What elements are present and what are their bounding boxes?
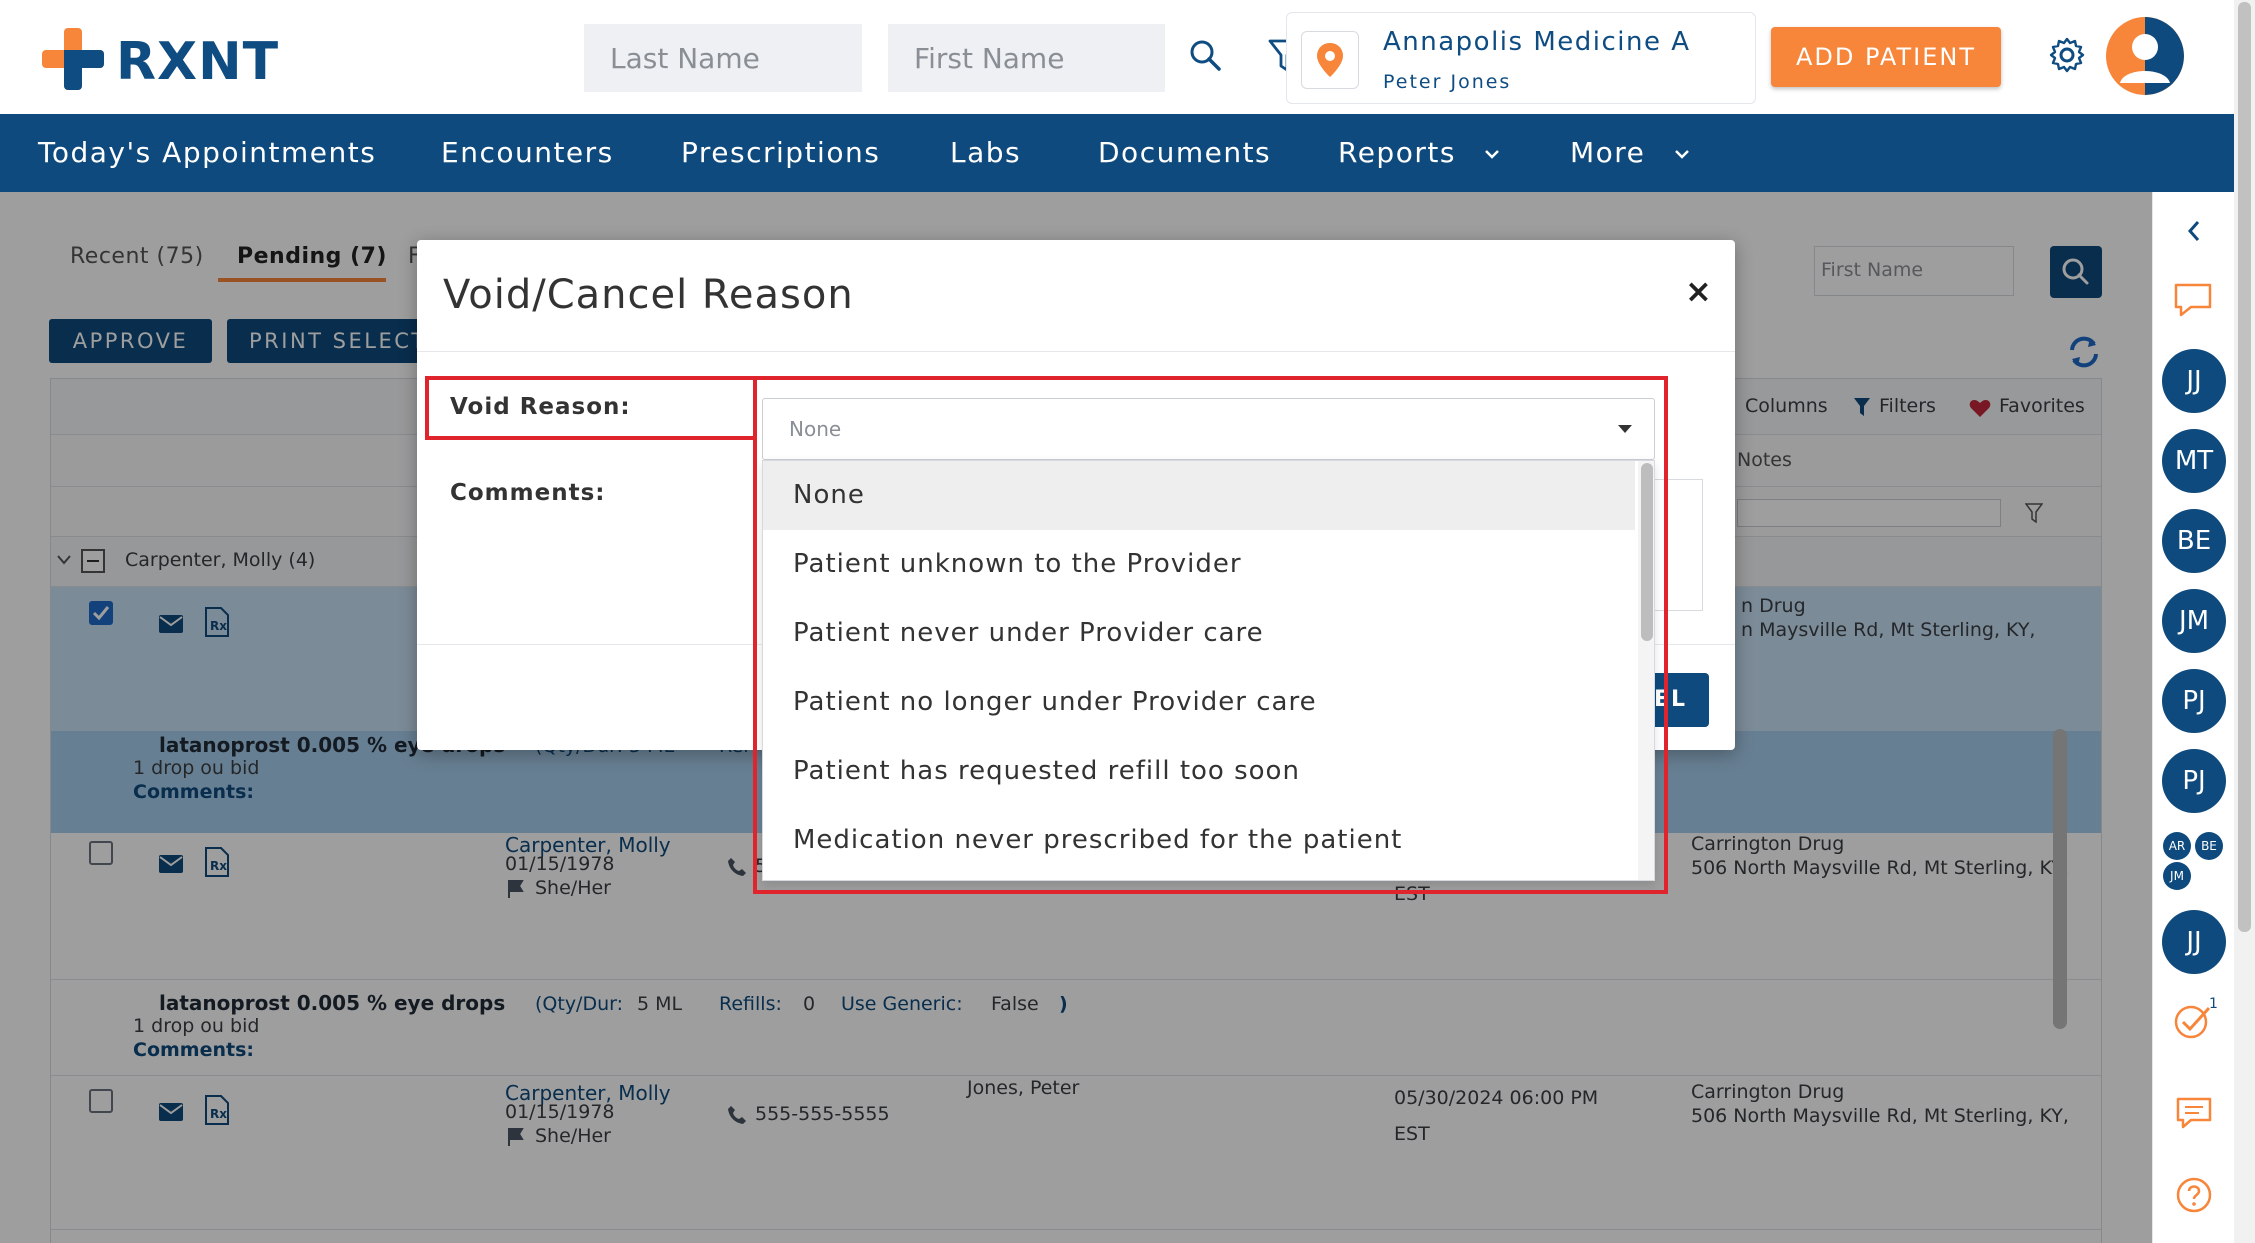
sidebar-avatar-pj[interactable]: PJ [2162, 669, 2226, 733]
help-icon[interactable] [2175, 1176, 2213, 1214]
sidebar-avatar-jm[interactable]: JM [2162, 589, 2226, 653]
first-name-input[interactable]: First Name [888, 24, 1165, 92]
highlight-dropdown-area [753, 376, 1668, 894]
logo-text: RXNT [116, 32, 280, 92]
app-header: RXNT Last Name First Name Annapolis Medi… [0, 0, 2234, 114]
search-icon[interactable] [1188, 38, 1222, 72]
highlight-void-reason-label [425, 376, 757, 440]
chat-icon[interactable] [2173, 282, 2213, 318]
sidebar-mini-avatar-ar[interactable]: AR [2163, 832, 2191, 860]
main-nav: Today's Appointments Encounters Prescrip… [0, 114, 2234, 192]
nav-reports-label: Reports [1338, 136, 1456, 169]
user-avatar-icon [2120, 17, 2184, 95]
modal-title: Void/Cancel Reason [443, 272, 854, 318]
sidebar-mini-avatar-be[interactable]: BE [2195, 832, 2223, 860]
location-user: Peter Jones [1383, 71, 1512, 93]
chevron-down-icon [1674, 150, 1689, 159]
gear-icon[interactable] [2048, 36, 2086, 74]
sidebar-avatar-be[interactable]: BE [2162, 509, 2226, 573]
location-selector[interactable]: Annapolis Medicine A Peter Jones [1286, 12, 1756, 104]
sidebar-avatar-pj-2[interactable]: PJ [2162, 749, 2226, 813]
user-avatar[interactable] [2106, 17, 2184, 95]
sidebar-mini-avatar-jm[interactable]: JM [2163, 862, 2191, 890]
nav-more[interactable]: More [1570, 114, 1690, 192]
add-patient-button[interactable]: ADD PATIENT [1771, 27, 2001, 87]
sidebar-avatar-jj-2[interactable]: JJ [2162, 910, 2226, 974]
sidebar-avatar-jj[interactable]: JJ [2162, 349, 2226, 413]
close-icon[interactable]: × [1685, 272, 1712, 310]
nav-todays-appointments[interactable]: Today's Appointments [38, 114, 376, 192]
nav-prescriptions[interactable]: Prescriptions [681, 114, 880, 192]
nav-labs[interactable]: Labs [950, 114, 1021, 192]
nav-more-label: More [1570, 136, 1646, 169]
comments-label: Comments: [450, 480, 606, 506]
highlight-dropdown-left-edge [753, 436, 757, 894]
location-pin-button[interactable] [1301, 31, 1359, 89]
nav-documents[interactable]: Documents [1098, 114, 1271, 192]
nav-reports[interactable]: Reports [1338, 114, 1500, 192]
location-pin-icon [1317, 43, 1343, 77]
location-name: Annapolis Medicine A [1383, 27, 1691, 57]
page-scroll-thumb[interactable] [2238, 2, 2251, 932]
rxnt-logo[interactable]: RXNT [42, 28, 282, 92]
task-badge: 1 [2209, 996, 2218, 1012]
last-name-input[interactable]: Last Name [584, 24, 862, 92]
chevron-down-icon [1485, 150, 1500, 159]
message-icon[interactable] [2175, 1096, 2213, 1130]
modal-header-divider [417, 351, 1735, 352]
sidebar-avatar-mt[interactable]: MT [2162, 429, 2226, 493]
page-scrollbar[interactable] [2234, 0, 2255, 1243]
nav-encounters[interactable]: Encounters [441, 114, 614, 192]
logo-cross-icon [42, 28, 104, 90]
chevron-left-icon[interactable] [2187, 220, 2201, 242]
right-sidebar: JJ MT BE JM PJ PJ AR BE JM JJ 1 [2152, 192, 2234, 1243]
